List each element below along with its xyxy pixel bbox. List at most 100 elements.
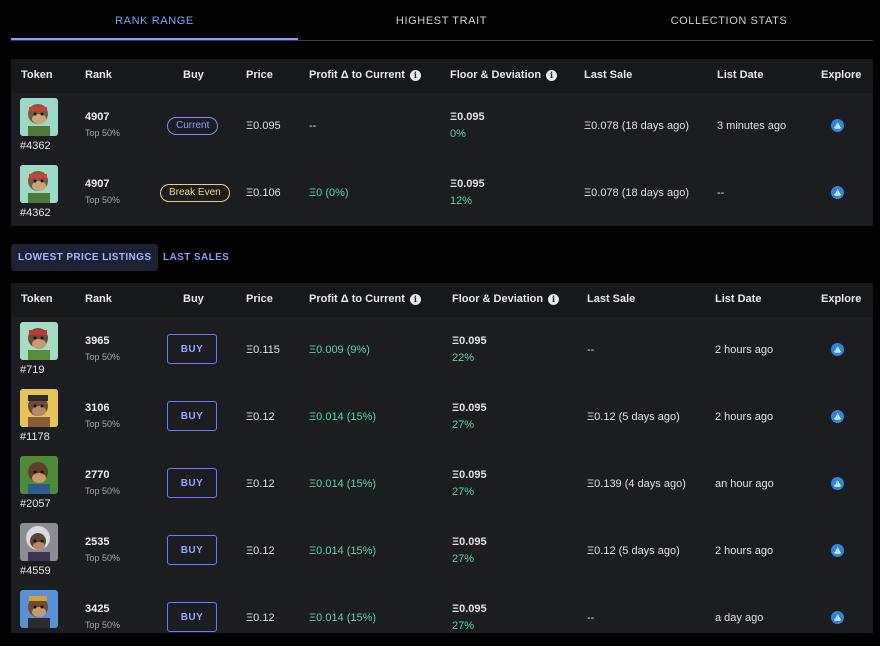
list-date: 2 hours ago <box>715 344 774 356</box>
col-floor: Floor & Deviation i <box>450 69 558 81</box>
token-image[interactable] <box>20 389 58 427</box>
profit: Ξ0 (0%) <box>309 187 349 199</box>
price: Ξ0.12 <box>246 478 275 490</box>
buy-button[interactable]: BUY <box>167 401 217 431</box>
table-header: Token Rank Buy Price Profit Δ to Current… <box>11 283 873 317</box>
tab-bar: RANK RANGE HIGHEST TRAIT COLLECTION STAT… <box>11 0 873 41</box>
col-list-date: List Date <box>717 69 764 81</box>
last-sale: -- <box>587 612 595 624</box>
floor-price: Ξ0.095 <box>452 536 487 548</box>
col-floor: Floor & Deviation i <box>452 293 560 305</box>
rank-percentile: Top 50% <box>85 352 121 362</box>
rank-value: 2535 <box>85 536 110 548</box>
list-date: 2 hours ago <box>715 545 774 557</box>
profit: Ξ0.014 (15%) <box>309 612 377 624</box>
token-image[interactable] <box>20 590 58 628</box>
list-date: 2 hours ago <box>715 411 774 423</box>
price: Ξ0.12 <box>246 612 275 624</box>
floor-price: Ξ0.095 <box>450 111 485 123</box>
token-image[interactable] <box>20 322 58 360</box>
token-id: #1178 <box>20 431 50 443</box>
rank-percentile: Top 50% <box>85 195 121 205</box>
table-header: Token Rank Buy Price Profit Δ to Current… <box>11 59 873 93</box>
info-icon[interactable]: i <box>546 69 558 81</box>
rank-value: 4907 <box>85 178 110 190</box>
col-rank: Rank <box>85 293 112 305</box>
opensea-icon[interactable] <box>831 410 844 423</box>
profit: Ξ0.014 (15%) <box>309 478 377 490</box>
col-explore: Explore <box>821 293 862 305</box>
floor-price: Ξ0.095 <box>452 603 487 615</box>
rank-value: 2770 <box>85 469 110 481</box>
table-row: #719 3965 Top 50% BUY Ξ0.115 Ξ0.009 (9%)… <box>11 317 873 383</box>
opensea-icon[interactable] <box>831 343 844 356</box>
profit: Ξ0.014 (15%) <box>309 411 377 423</box>
col-last-sale: Last Sale <box>587 293 636 305</box>
rank-percentile: Top 50% <box>85 486 121 496</box>
price: Ξ0.12 <box>246 411 275 423</box>
price: Ξ0.12 <box>246 545 275 557</box>
token-image[interactable] <box>20 98 58 136</box>
buy-button[interactable]: BUY <box>167 602 217 632</box>
list-date: an hour ago <box>715 478 774 490</box>
last-sale: Ξ0.139 (4 days ago) <box>587 478 686 490</box>
col-price: Price <box>246 69 273 81</box>
opensea-icon[interactable] <box>831 119 844 132</box>
token-image[interactable] <box>20 523 58 561</box>
floor-price: Ξ0.095 <box>452 335 487 347</box>
rank-range-table: Token Rank Buy Price Profit Δ to Current… <box>11 59 873 226</box>
token-image[interactable] <box>20 456 58 494</box>
profit: Ξ0.009 (9%) <box>309 344 370 356</box>
subtab-lowest-price-listings[interactable]: LOWEST PRICE LISTINGS <box>11 244 159 271</box>
buy-button[interactable]: BUY <box>167 468 217 498</box>
token-image[interactable] <box>20 165 58 203</box>
opensea-icon[interactable] <box>831 611 844 624</box>
rank-value: 3106 <box>85 402 110 414</box>
floor-deviation: 27% <box>452 419 475 431</box>
opensea-icon[interactable] <box>831 186 844 199</box>
price: Ξ0.095 <box>246 120 281 132</box>
rank-percentile: Top 50% <box>85 620 121 630</box>
token-id: #2057 <box>20 498 51 510</box>
subtab-last-sales[interactable]: LAST SALES <box>156 244 236 271</box>
col-profit-label: Profit Δ to Current <box>309 293 405 305</box>
buy-button[interactable]: BUY <box>167 535 217 565</box>
tab-collection-stats[interactable]: COLLECTION STATS <box>585 15 873 40</box>
col-profit-label: Profit Δ to Current <box>309 69 405 81</box>
last-sale: Ξ0.078 (18 days ago) <box>584 187 689 199</box>
rank-value: 3425 <box>85 603 110 615</box>
last-sale: Ξ0.078 (18 days ago) <box>584 120 689 132</box>
profit: -- <box>309 120 317 132</box>
col-profit: Profit Δ to Current i <box>309 69 421 81</box>
info-icon[interactable]: i <box>548 293 560 305</box>
tab-highest-trait[interactable]: HIGHEST TRAIT <box>298 15 585 40</box>
floor-price: Ξ0.095 <box>450 178 485 190</box>
col-explore: Explore <box>821 69 862 81</box>
col-list-date: List Date <box>715 293 762 305</box>
floor-price: Ξ0.095 <box>452 469 487 481</box>
floor-deviation: 0% <box>450 128 466 140</box>
table-row: #2057 2770 Top 50% BUY Ξ0.12 Ξ0.014 (15%… <box>11 451 873 517</box>
table-row: #4362 4907 Top 50% Break Even Ξ0.106 Ξ0 … <box>11 160 873 226</box>
token-id: #719 <box>20 364 45 376</box>
table-row: #4362 4907 Top 50% Current Ξ0.095 -- Ξ0.… <box>11 93 873 159</box>
col-profit: Profit Δ to Current i <box>309 293 421 305</box>
opensea-icon[interactable] <box>831 544 844 557</box>
col-price: Price <box>246 293 273 305</box>
current-badge: Current <box>167 117 219 135</box>
break-even-badge: Break Even <box>160 184 230 202</box>
token-id: #4559 <box>20 565 51 577</box>
floor-deviation: 12% <box>450 195 473 207</box>
info-icon[interactable]: i <box>409 69 421 81</box>
floor-deviation: 27% <box>452 620 475 632</box>
token-id: #4362 <box>20 207 51 219</box>
tab-rank-range[interactable]: RANK RANGE <box>11 15 298 40</box>
opensea-icon[interactable] <box>831 477 844 490</box>
floor-price: Ξ0.095 <box>452 402 487 414</box>
info-icon[interactable]: i <box>409 293 421 305</box>
rank-value: 3965 <box>85 335 110 347</box>
buy-button[interactable]: BUY <box>167 334 217 364</box>
floor-deviation: 27% <box>452 553 475 565</box>
last-sale: -- <box>587 344 595 356</box>
col-last-sale: Last Sale <box>584 69 633 81</box>
